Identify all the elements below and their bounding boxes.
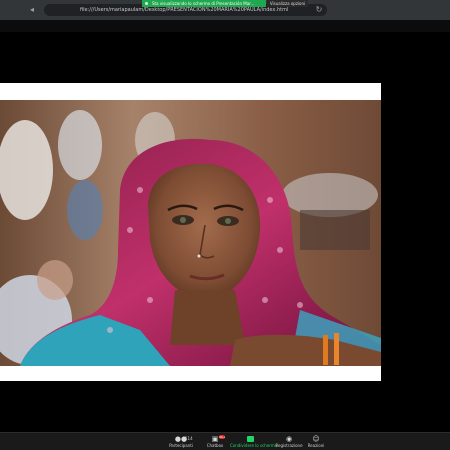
share-screen-button[interactable]: Condividere lo schermo xyxy=(230,435,278,450)
back-arrow-icon[interactable]: ◂ xyxy=(27,5,37,15)
chat-button[interactable]: ▣ 99+ Chatbox xyxy=(195,435,235,450)
chat-label: Chatbox xyxy=(206,443,224,448)
share-indicator-icon xyxy=(145,2,148,5)
chat-icon: ▣ xyxy=(211,435,219,443)
portrait-photo xyxy=(0,100,381,366)
reactions-label: Reazioni xyxy=(307,443,325,448)
shared-slide xyxy=(0,83,381,381)
reactions-icon: ☺ xyxy=(312,435,320,443)
reactions-button[interactable]: ☺ Reazioni xyxy=(296,435,336,450)
top-strip xyxy=(0,20,450,32)
share-banner-text: Sta visualizzando lo schermo di Presenta… xyxy=(152,1,255,6)
view-options-button[interactable]: Visualizza opzioni xyxy=(267,0,308,7)
screen-share-banner: Sta visualizzando lo schermo di Presenta… xyxy=(142,0,266,7)
meeting-toolbar: ●● 114 Partecipanti ▣ 99+ Chatbox Condiv… xyxy=(0,432,450,450)
chat-badge: 99+ xyxy=(219,435,226,439)
share-screen-label: Condividere lo schermo xyxy=(230,443,278,448)
share-screen-icon xyxy=(230,435,270,443)
participants-count: 114 xyxy=(185,436,193,441)
reload-icon[interactable]: ↻ xyxy=(314,5,324,15)
